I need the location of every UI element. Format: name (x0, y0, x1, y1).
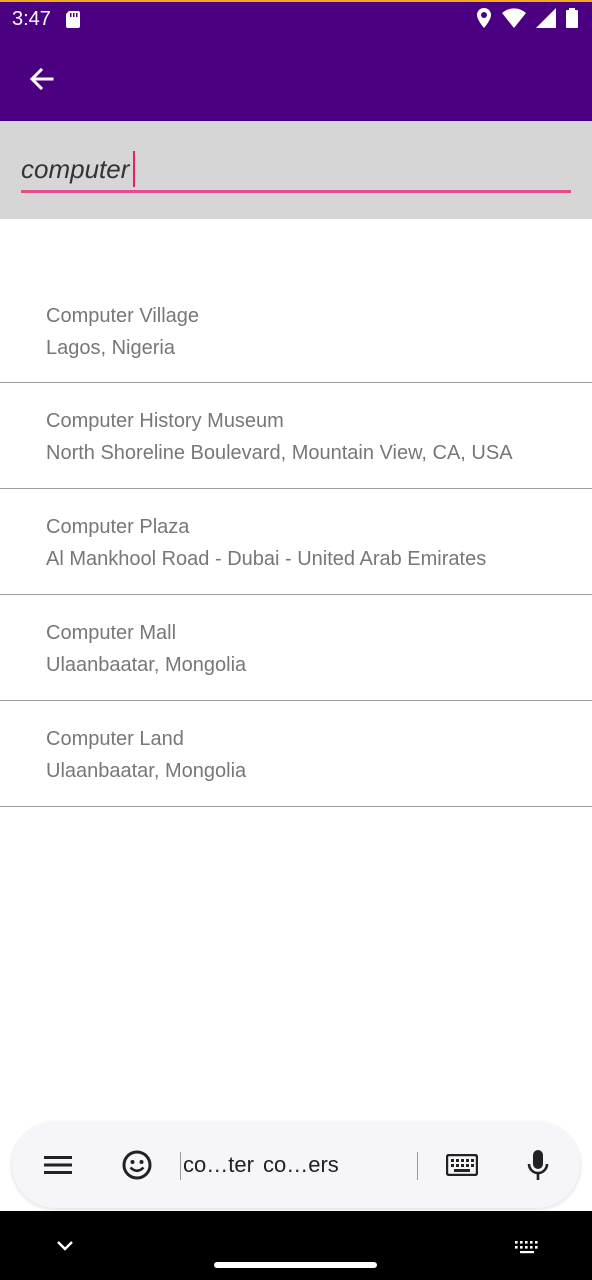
results-list: Computer Village Lagos, Nigeria Computer… (0, 278, 592, 807)
result-address: Ulaanbaatar, Mongolia (46, 654, 247, 676)
search-area (0, 121, 592, 219)
list-item[interactable]: Computer Land Ulaanbaatar, Mongolia (0, 701, 592, 807)
list-item[interactable]: Computer History Museum North Shoreline … (0, 383, 592, 489)
list-item[interactable]: Computer Plaza Al Mankhool Road - Dubai … (0, 489, 592, 595)
suggestion-divider (180, 1152, 181, 1180)
result-address: North Shoreline Boulevard, Mountain View… (46, 442, 513, 464)
sd-card-icon (66, 11, 80, 28)
signal-icon (536, 8, 556, 28)
system-navigation-bar (0, 1211, 592, 1280)
status-time: 3:47 (12, 8, 51, 30)
list-item[interactable]: Computer Village Lagos, Nigeria (0, 278, 592, 383)
home-handle[interactable] (214, 1262, 377, 1268)
result-name: Computer History Museum (46, 410, 284, 432)
result-name: Computer Mall (46, 622, 177, 644)
keyboard-icon[interactable] (446, 1154, 478, 1176)
result-address: Lagos, Nigeria (46, 337, 175, 359)
result-address: Ulaanbaatar, Mongolia (46, 760, 247, 782)
app-bar (0, 36, 592, 121)
result-address: Al Mankhool Road - Dubai - United Arab E… (46, 548, 487, 570)
suggestion-divider (417, 1152, 418, 1180)
keyboard-toolbar: co…ter co…ers (12, 1122, 580, 1208)
list-item[interactable]: Computer Mall Ulaanbaatar, Mongolia (0, 595, 592, 701)
menu-icon[interactable] (44, 1154, 72, 1176)
result-name: Computer Land (46, 728, 184, 750)
location-icon (477, 8, 491, 28)
hide-keyboard-chevron-icon[interactable] (56, 1240, 74, 1252)
search-underline (21, 190, 571, 193)
keyboard-switcher-icon[interactable] (514, 1240, 540, 1254)
result-name: Computer Plaza (46, 516, 190, 538)
search-input[interactable] (21, 151, 571, 187)
suggestion-1[interactable]: co…ter (183, 1152, 254, 1178)
suggestion-2[interactable]: co…ers (263, 1152, 339, 1178)
wifi-icon (502, 8, 526, 28)
status-bar: 3:47 (0, 0, 592, 36)
battery-icon (566, 8, 578, 28)
emoji-icon[interactable] (122, 1150, 152, 1180)
back-arrow-icon[interactable] (22, 60, 62, 100)
result-name: Computer Village (46, 305, 200, 327)
microphone-icon[interactable] (527, 1150, 549, 1182)
text-cursor (133, 151, 135, 187)
